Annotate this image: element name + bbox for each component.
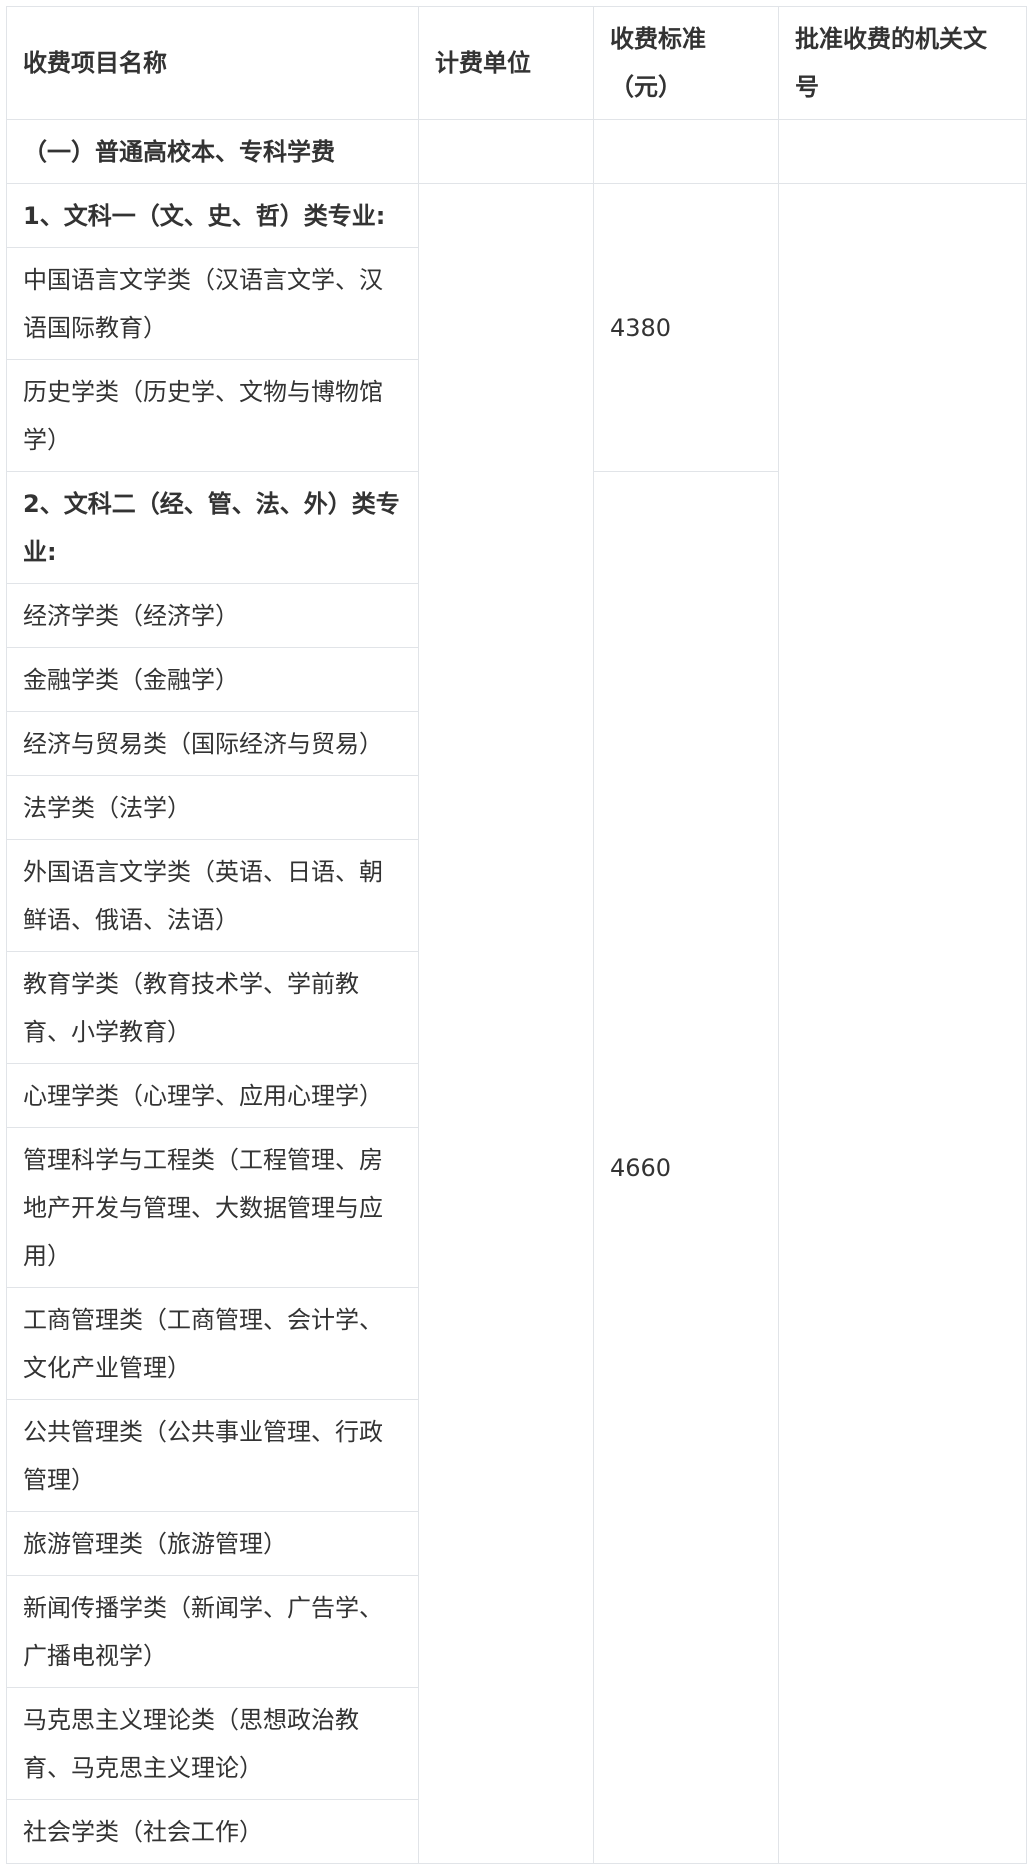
header-item-name: 收费项目名称	[6, 6, 419, 120]
item-name: 社会学类（社会工作）	[6, 1799, 419, 1864]
group-title: 1、文科一（文、史、哲）类专业:	[6, 183, 419, 248]
item-name: 经济学类（经济学）	[6, 583, 419, 648]
fee-value: 4660	[593, 471, 779, 1864]
fee-table: 收费项目名称 计费单位 收费标准 （元） 批准收费的机关文号 （一）普通高校本、…	[6, 6, 1027, 1864]
group-title: 2、文科二（经、管、法、外）类专业:	[6, 471, 419, 584]
header-standard-line1: 收费标准	[610, 25, 706, 53]
item-name: 心理学类（心理学、应用心理学）	[6, 1063, 419, 1128]
item-name: 法学类（法学）	[6, 775, 419, 840]
header-standard: 收费标准 （元）	[593, 6, 779, 120]
table-header-row: 收费项目名称 计费单位 收费标准 （元） 批准收费的机关文号	[6, 6, 1027, 120]
group-row: 1、文科一（文、史、哲）类专业: 4380	[6, 183, 1027, 1864]
unit-merged-cell	[418, 183, 594, 1864]
section-standard-cell	[593, 119, 779, 184]
item-name: 新闻传播学类（新闻学、广告学、广播电视学）	[6, 1575, 419, 1688]
item-name: 工商管理类（工商管理、会计学、文化产业管理）	[6, 1287, 419, 1400]
header-standard-line2: （元）	[610, 73, 682, 101]
section-authority-cell	[778, 119, 1027, 184]
item-name: 外国语言文学类（英语、日语、朝鲜语、俄语、法语）	[6, 839, 419, 952]
item-name: 旅游管理类（旅游管理）	[6, 1511, 419, 1576]
item-name: 金融学类（金融学）	[6, 647, 419, 712]
section-unit-cell	[418, 119, 594, 184]
fee-value: 4380	[593, 183, 779, 472]
section-row: （一）普通高校本、专科学费	[6, 119, 1027, 184]
header-unit: 计费单位	[418, 6, 594, 120]
item-name: 中国语言文学类（汉语言文学、汉语国际教育）	[6, 247, 419, 360]
section-title: （一）普通高校本、专科学费	[6, 119, 419, 184]
item-name: 历史学类（历史学、文物与博物馆学）	[6, 359, 419, 472]
header-authority: 批准收费的机关文号	[778, 6, 1027, 120]
item-name: 管理科学与工程类（工程管理、房地产开发与管理、大数据管理与应用）	[6, 1127, 419, 1288]
item-name: 经济与贸易类（国际经济与贸易）	[6, 711, 419, 776]
item-name: 公共管理类（公共事业管理、行政管理）	[6, 1399, 419, 1512]
item-name: 马克思主义理论类（思想政治教育、马克思主义理论）	[6, 1687, 419, 1800]
item-name: 教育学类（教育技术学、学前教育、小学教育）	[6, 951, 419, 1064]
authority-merged-cell	[778, 183, 1027, 1864]
